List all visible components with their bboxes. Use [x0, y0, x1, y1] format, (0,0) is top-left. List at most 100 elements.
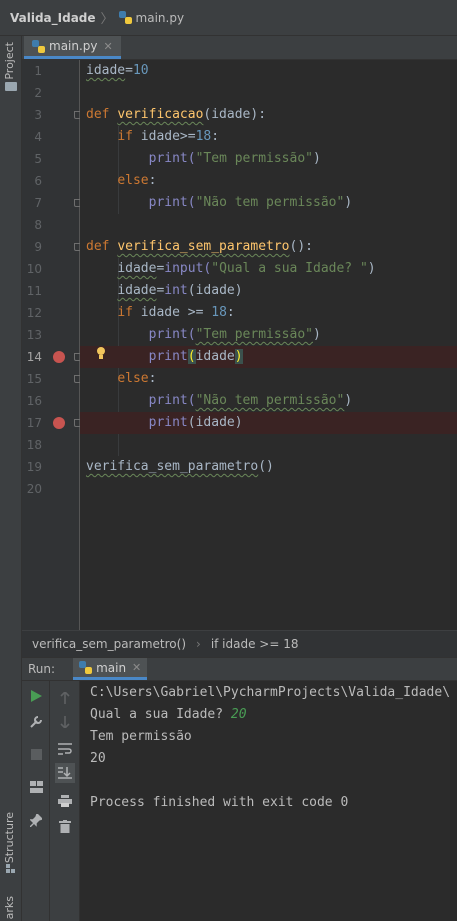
code-token: 18 [211, 305, 227, 320]
code-token: verifica_sem_parametro [117, 239, 290, 254]
code-token: idade [117, 261, 157, 276]
navigation-bar: Valida_Idade 〉 main.py [0, 0, 457, 36]
console-line: 20 [90, 751, 106, 766]
line-number: 6 [34, 174, 42, 188]
code-token: def [86, 107, 110, 122]
code-line-6: else: [80, 170, 457, 192]
line-number: 15 [26, 372, 42, 386]
breakpoint-icon[interactable] [53, 351, 65, 363]
code-token: verifica_sem_parametro [86, 459, 259, 474]
code-token: : [148, 371, 157, 386]
console-toolbar [50, 681, 80, 921]
layout-icon[interactable] [26, 777, 46, 797]
line-number: 18 [26, 438, 42, 452]
line-number: 1 [34, 64, 42, 78]
console-line: Process finished with exit code 0 [90, 795, 349, 810]
console-line: Qual a sua Idade? 20 [90, 704, 247, 726]
line-number-current: 14 [26, 350, 42, 364]
line-number: 9 [34, 240, 42, 254]
code-token: : [211, 129, 220, 144]
code-token: () [258, 459, 274, 474]
line-number: 4 [34, 130, 42, 144]
code-line-17-breakpoint: print(idade) [80, 412, 457, 434]
line-number: 2 [34, 86, 42, 100]
code-editor[interactable]: idade=10 def verificacao(idade): if idad… [80, 60, 457, 630]
code-token: print [148, 415, 188, 430]
code-token: ) [313, 327, 321, 342]
run-toolbar [22, 681, 50, 921]
folder-icon[interactable] [5, 82, 17, 91]
trash-icon[interactable] [55, 816, 75, 836]
code-line-12: if idade >= 18: [80, 302, 457, 324]
breakpoint-icon[interactable] [53, 417, 65, 429]
code-token: "Não tem permissão" [195, 195, 345, 210]
code-line-10: idade=input("Qual a sua Idade? ") [80, 258, 457, 280]
code-token: ) [367, 261, 376, 276]
code-token: 18 [195, 129, 212, 144]
wrench-icon[interactable] [26, 712, 46, 732]
chevron-right-icon: › [196, 637, 201, 651]
code-token: idade >= [132, 305, 212, 320]
code-token: verificacao [117, 107, 204, 122]
line-number: 8 [34, 218, 42, 232]
close-icon[interactable]: ✕ [132, 661, 141, 674]
console-prompt: Qual a sua Idade? [90, 707, 231, 722]
tab-label: main.py [49, 39, 98, 53]
print-icon[interactable] [55, 791, 75, 811]
code-token: else [117, 371, 149, 386]
console-user-input: 20 [230, 707, 247, 722]
rerun-play-icon[interactable] [26, 686, 46, 706]
code-token: (): [289, 239, 313, 254]
code-token: if [117, 305, 133, 320]
editor-breadcrumb: verifica_sem_parametro() › if idade >= 1… [22, 630, 457, 657]
code-token: print( [148, 151, 196, 166]
code-token: print [148, 349, 188, 364]
breadcrumb-project[interactable]: Valida_Idade [10, 11, 96, 25]
soft-wrap-icon[interactable] [55, 739, 75, 759]
code-line-5: print("Tem permissão") [80, 148, 457, 170]
breadcrumb-function[interactable]: verifica_sem_parametro() [32, 637, 186, 651]
code-token: print( [148, 393, 196, 408]
arrow-up-icon[interactable] [55, 688, 75, 708]
line-number: 3 [34, 108, 42, 122]
code-token: 10 [132, 63, 149, 78]
structure-tool-tab[interactable]: Structure [3, 812, 16, 863]
console-line: C:\Users\Gabriel\PycharmProjects\Valida_… [90, 685, 451, 700]
run-panel-header: Run: main ✕ [22, 657, 457, 681]
code-token: "Tem permissão" [195, 151, 313, 166]
code-line-19: verifica_sem_parametro() [80, 456, 457, 478]
console-output[interactable]: C:\Users\Gabriel\PycharmProjects\Valida_… [80, 681, 457, 921]
code-token: (idade) [187, 415, 243, 430]
line-number: 16 [26, 394, 42, 408]
arrow-down-icon[interactable] [55, 712, 75, 732]
code-token: : [148, 173, 157, 188]
close-icon[interactable]: ✕ [104, 40, 113, 53]
structure-icon[interactable] [6, 864, 16, 873]
pin-icon[interactable] [26, 810, 46, 830]
lightbulb-icon[interactable] [96, 347, 106, 361]
code-token: idade [195, 349, 235, 364]
code-token: ) [344, 393, 353, 408]
code-token: "Qual a sua Idade? " [211, 261, 368, 276]
stop-icon[interactable] [26, 744, 46, 764]
code-line-9: def verifica_sem_parametro(): [80, 236, 457, 258]
code-token: ) [234, 349, 243, 364]
tab-main-py[interactable]: main.py ✕ [24, 36, 121, 59]
scroll-to-end-icon[interactable] [55, 763, 75, 783]
line-number: 17 [26, 416, 42, 430]
bookmarks-tool-tab[interactable]: arks [3, 896, 16, 919]
code-line-15: else: [80, 368, 457, 390]
project-tool-tab[interactable]: Project [3, 42, 16, 80]
python-file-icon [118, 11, 132, 24]
code-token: = [125, 63, 133, 78]
breadcrumb-file[interactable]: main.py [136, 11, 185, 25]
left-tool-strip: Project Structure arks [0, 36, 22, 921]
editor-gutter[interactable]: 1 2 3 4 5 6 7 8 9 10 11 12 13 14 15 16 1… [22, 60, 82, 630]
run-tab-main[interactable]: main ✕ [73, 658, 148, 680]
breadcrumb-statement[interactable]: if idade >= 18 [211, 637, 299, 651]
code-line-1: idade=10 [80, 60, 457, 82]
line-number: 11 [26, 284, 42, 298]
code-token: ) [313, 151, 321, 166]
python-file-icon [32, 39, 45, 53]
code-line-4: if idade>=18: [80, 126, 457, 148]
